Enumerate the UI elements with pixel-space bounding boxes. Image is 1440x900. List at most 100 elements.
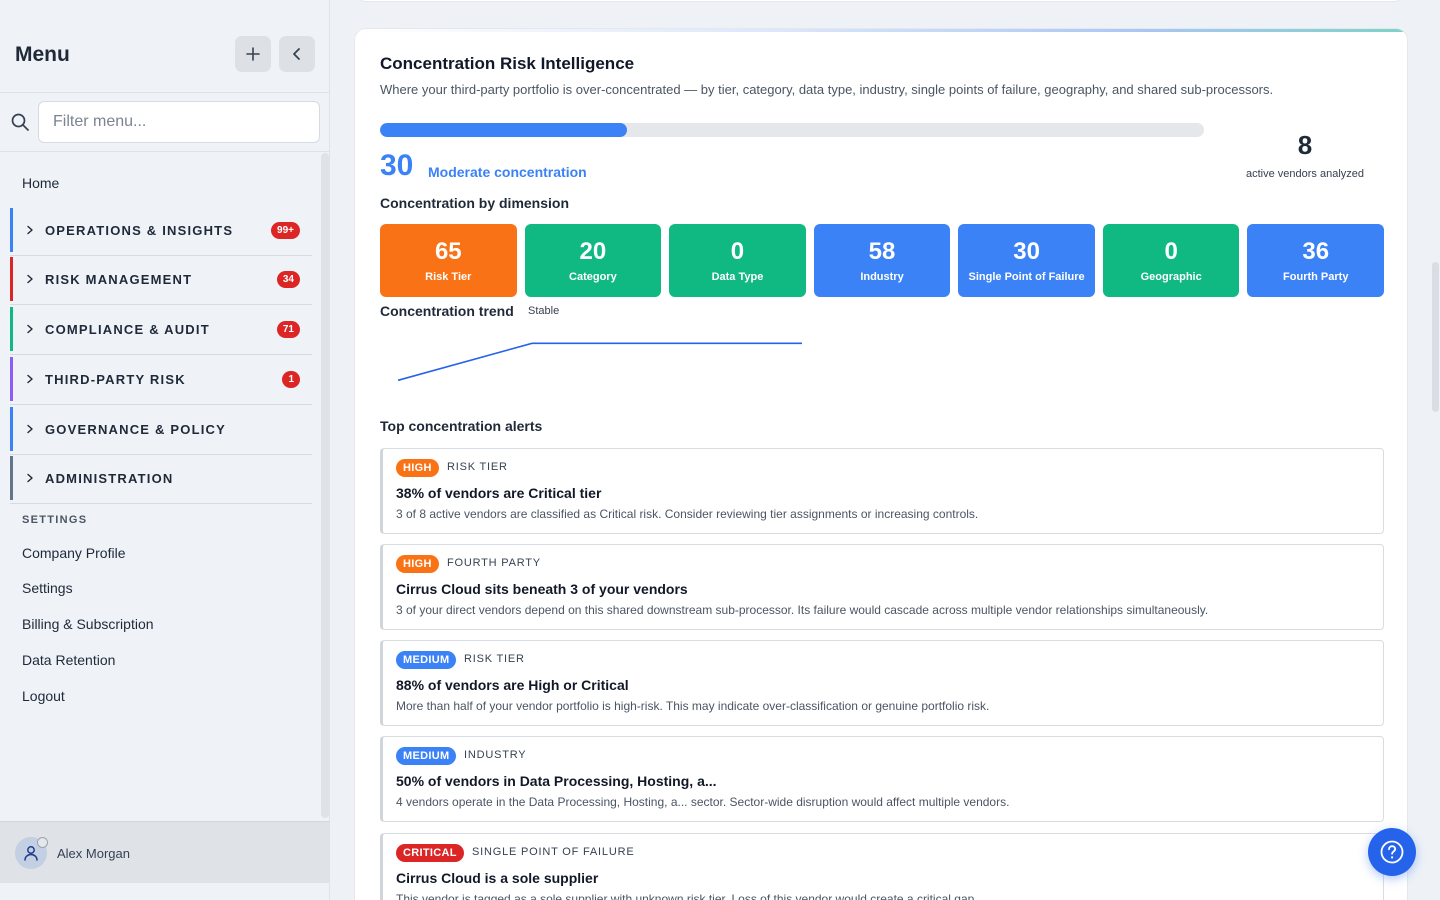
nav-group-governance-policy[interactable]: GOVERNANCE & POLICY [10,407,312,455]
nav-group-risk-management[interactable]: RISK MANAGEMENT 34 [10,257,312,305]
alert-dimension: SINGLE POINT OF FAILURE [472,846,635,858]
alert-title: 88% of vendors are High or Critical [396,677,629,693]
nav-group-label: OPERATIONS & INSIGHTS [45,222,234,238]
filter-menu-input[interactable] [38,101,320,143]
card-title: Concentration Risk Intelligence [380,54,635,73]
tile-label: Risk Tier [425,270,472,283]
nav-company-profile[interactable]: Company Profile [22,545,126,561]
alert-item[interactable]: CRITICAL SINGLE POINT OF FAILURE Cirrus … [380,833,1384,900]
tile-label: Industry [860,270,904,283]
tile-value: 65 [434,237,462,265]
nav-group-third-party-risk[interactable]: THIRD-PARTY RISK 1 [10,357,312,405]
alerts-section-title: Top concentration alerts [380,418,543,434]
vendor-count: 8 [1297,130,1313,160]
nav-billing-subscription[interactable]: Billing & Subscription [22,616,154,632]
alert-title: Cirrus Cloud is a sole supplier [396,870,599,886]
chevron-right-icon [15,473,45,483]
dimension-tile-category[interactable]: 20 Category [524,224,662,297]
nav-group-compliance-audit[interactable]: COMPLIANCE & AUDIT 71 [10,307,312,355]
sidebar-scrollbar[interactable] [321,153,329,818]
tile-value: 0 [1164,237,1178,265]
nav-settings[interactable]: Settings [22,580,73,596]
nav-group-label: ADMINISTRATION [45,470,174,486]
alert-dimension: RISK TIER [447,461,508,473]
sidebar-title: Menu [15,43,70,66]
concentration-score-bar [380,123,1204,137]
sidebar-header: Menu [0,0,330,93]
trend-sparkline [397,342,802,382]
tile-label: Category [569,270,617,283]
alert-item[interactable]: HIGH FOURTH PARTY Cirrus Cloud sits bene… [380,544,1384,630]
alert-description: 4 vendors operate in the Data Processing… [396,795,1010,809]
severity-badge: MEDIUM [396,747,457,765]
tile-label: Single Point of Failure [968,270,1085,283]
nav-group-administration[interactable]: ADMINISTRATION [10,456,312,504]
alert-description: This vendor is tagged as a sole supplier… [396,892,978,900]
tile-value: 30 [1013,237,1040,265]
user-name: Alex Morgan [57,846,130,861]
alert-description: 3 of 8 active vendors are classified as … [396,507,979,521]
concentration-score-label: Moderate concentration [428,164,587,180]
tile-value: 0 [730,237,745,265]
dimension-tiles: 65 Risk Tier 20 Category 0 Data Type 58 Indu… [380,224,1385,297]
alert-item[interactable]: HIGH RISK TIER 38% of vendors are Critic… [380,448,1384,534]
nav-group-label: COMPLIANCE & AUDIT [45,321,210,337]
tile-label: Fourth Party [1283,270,1349,283]
nav-home[interactable]: Home [22,175,59,191]
card-accent-bar [355,29,1407,32]
dimension-tile-fourth-party[interactable]: 36 Fourth Party [1247,224,1385,297]
add-button[interactable] [235,36,271,72]
chevron-right-icon [15,225,45,235]
dimension-tile-geographic[interactable]: 0 Geographic [1102,224,1240,297]
help-button[interactable] [1368,828,1416,876]
alert-dimension: FOURTH PARTY [447,557,541,569]
severity-badge: MEDIUM [396,651,457,669]
vendor-count-label: active vendors analyzed [1245,168,1364,180]
chevron-left-icon [293,48,300,60]
dimension-tile-single-point-of-failure[interactable]: 30 Single Point of Failure [958,224,1095,297]
filter-row [0,93,330,152]
tile-value: 58 [868,237,896,265]
count-badge: 71 [276,320,300,338]
search-icon [11,113,29,131]
count-badge: 1 [282,370,300,388]
plus-icon [246,47,260,61]
tile-value: 20 [579,237,607,265]
chevron-right-icon [15,324,45,334]
tile-label: Data Type [711,270,764,283]
alert-item[interactable]: MEDIUM RISK TIER 88% of vendors are High… [380,640,1384,726]
chevron-right-icon [15,424,45,434]
previous-card-edge [354,0,1406,2]
chevron-right-icon [15,374,45,384]
collapse-sidebar-button[interactable] [279,36,315,72]
trend-state: Stable [528,305,560,317]
alert-description: More than half of your vendor portfolio … [396,699,990,713]
concentration-score: 30 [380,149,414,182]
alert-title: 38% of vendors are Critical tier [396,485,602,501]
severity-badge: CRITICAL [396,844,464,862]
severity-badge: HIGH [396,459,439,477]
page-scrollbar[interactable] [1432,262,1439,412]
severity-badge: HIGH [396,555,439,573]
dimension-tile-industry[interactable]: 58 Industry [813,224,951,297]
concentration-score-fill [380,123,628,137]
dimension-tile-data-type[interactable]: 0 Data Type [669,224,806,297]
question-circle-icon [1380,840,1404,864]
nav-group-operations-insights[interactable]: OPERATIONS & INSIGHTS 99+ [10,208,312,256]
alert-item[interactable]: MEDIUM INDUSTRY 50% of vendors in Data P… [380,736,1384,822]
alert-title: Cirrus Cloud sits beneath 3 of your vend… [396,581,688,597]
trend-line [397,342,802,382]
user-icon [24,846,38,861]
alert-description: 3 of your direct vendors depend on this … [396,603,1209,617]
nav-data-retention[interactable]: Data Retention [22,652,115,668]
concentration-risk-card: Concentration Risk Intelligence Where yo… [354,28,1408,900]
trend-section-title: Concentration trend [380,303,514,319]
count-badge: 99+ [271,221,300,239]
nav-logout[interactable]: Logout [22,688,65,704]
dimension-tile-risk-tier[interactable]: 65 Risk Tier [380,224,517,297]
nav-group-label: THIRD-PARTY RISK [45,371,186,387]
user-profile-bar[interactable]: Alex Morgan [0,821,330,883]
nav-group-label: GOVERNANCE & POLICY [45,421,226,437]
nav-group-label: RISK MANAGEMENT [45,271,193,287]
alert-dimension: RISK TIER [464,653,525,665]
